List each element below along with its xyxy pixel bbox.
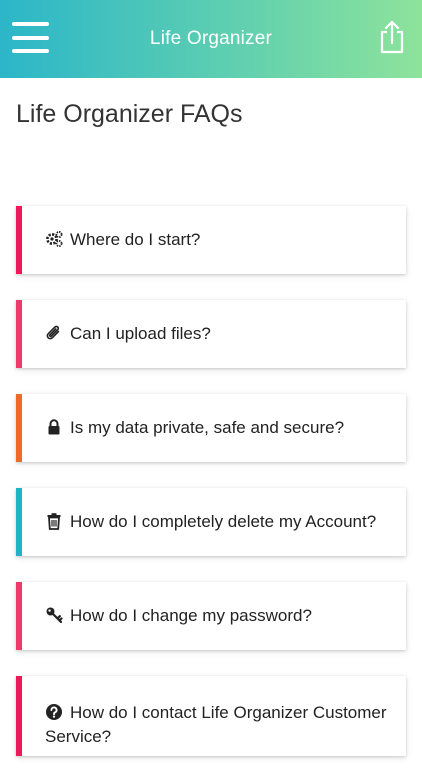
faq-item-change-password[interactable]: How do I change my password? <box>16 582 406 650</box>
faq-question: Is my data private, safe and secure? <box>70 418 345 437</box>
share-icon[interactable] <box>379 20 405 54</box>
gears-icon <box>45 230 63 248</box>
faq-question-row: How do I completely delete my Account? <box>45 510 392 534</box>
faq-question-row: How do I contact Life Organizer Customer… <box>45 701 392 749</box>
faq-item-where-do-i-start[interactable]: Where do I start? <box>16 206 406 274</box>
key-icon <box>45 606 63 624</box>
accent-bar <box>16 394 22 462</box>
question-circle-icon <box>45 703 63 721</box>
faq-item-data-private[interactable]: Is my data private, safe and secure? <box>16 394 406 462</box>
faq-item-contact-support[interactable]: How do I contact Life Organizer Customer… <box>16 676 406 756</box>
faq-question-row: How do I change my password? <box>45 604 392 628</box>
faq-item-upload-files[interactable]: Can I upload files? <box>16 300 406 368</box>
lock-icon <box>45 418 63 436</box>
faq-question: Can I upload files? <box>70 324 211 343</box>
app-title: Life Organizer <box>149 28 273 49</box>
faq-list: Where do I start? Can I upload files? Is… <box>16 206 406 782</box>
page-title: Life Organizer FAQs <box>16 100 243 128</box>
faq-question-row: Can I upload files? <box>45 322 392 346</box>
accent-bar <box>16 488 22 556</box>
faq-question-row: Is my data private, safe and secure? <box>45 416 392 440</box>
accent-bar <box>16 300 22 368</box>
faq-question: How do I change my password? <box>70 606 312 625</box>
faq-question-row: Where do I start? <box>45 228 392 252</box>
trash-icon <box>45 512 63 530</box>
faq-question: How do I completely delete my Account? <box>70 512 377 531</box>
app-header: Life Organizer <box>0 0 422 78</box>
accent-bar <box>16 582 22 650</box>
faq-item-delete-account[interactable]: How do I completely delete my Account? <box>16 488 406 556</box>
faq-question: Where do I start? <box>70 230 201 249</box>
faq-question: How do I contact Life Organizer Customer… <box>45 703 387 746</box>
paperclip-icon <box>45 324 63 342</box>
accent-bar <box>16 206 22 274</box>
accent-bar <box>16 676 22 756</box>
